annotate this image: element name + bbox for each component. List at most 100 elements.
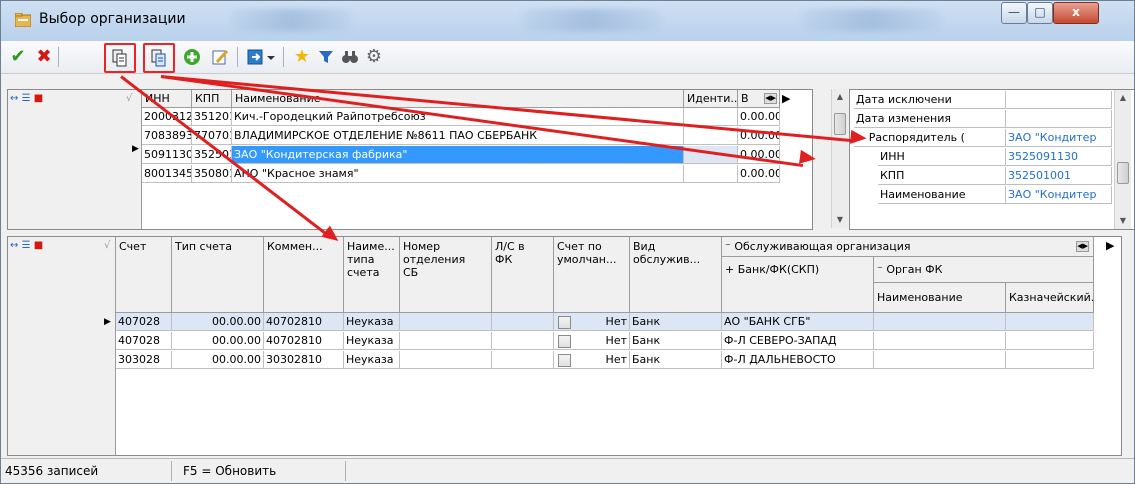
cell-name[interactable]: АНО "Красное знамя" [232,165,684,183]
cell-bank[interactable]: Ф-Л ДАЛЬНЕВОСТО [722,351,874,369]
col-comment[interactable]: Коммен... [264,237,344,313]
col-account-type[interactable]: Тип счета [172,237,264,313]
property-value[interactable]: 3525091130 [1006,148,1112,166]
cell-organ-name[interactable] [874,351,1006,369]
cell-kpp[interactable]: 351201 [192,108,232,126]
cell-account[interactable]: 407028 [116,332,172,350]
properties-panel: Дата исключени Дата изменения − Распорядит… [849,89,1134,230]
accounts-grid: ↔ ☰ ■ √ Счет Тип счета Коммен... Наиме..… [7,236,1122,456]
col-ident[interactable]: Иденти... [684,90,738,108]
cell-v[interactable]: 0.00.00 [738,108,780,126]
folder-icon [15,13,31,27]
checkbox[interactable] [558,335,571,348]
cell-organ-name[interactable] [874,313,1006,331]
cross-icon[interactable]: ✖ [33,46,55,68]
cell-service-type[interactable]: Банк [630,332,722,350]
copy-icon[interactable] [104,43,136,73]
property-value[interactable]: ЗАО "Кондитер [1006,129,1112,147]
cell-comment[interactable]: 40702810 [264,332,344,350]
property-value[interactable] [1006,110,1112,128]
cell-ls-fk[interactable] [492,332,554,350]
cell-name[interactable]: ВЛАДИМИРСКОЕ ОТДЕЛЕНИЕ №8611 ПАО СБЕРБАН… [232,127,684,145]
col-service-type[interactable]: Вид обслужив... [630,237,722,313]
cell-organ-name[interactable] [874,332,1006,350]
cell-account-type[interactable]: 00.00.00 [172,351,264,369]
refresh-hint: F5 = Обновить [183,464,277,478]
cell-comment[interactable]: 40702810 [264,313,344,331]
cell-inn[interactable]: 8001345 [142,165,192,183]
property-value[interactable] [1006,91,1112,109]
cell-inn[interactable]: 5091130 [142,146,192,164]
settings-icon[interactable]: ⚙ [363,46,385,68]
col-v[interactable]: В ◀▶ [738,90,780,108]
cell-sb-branch[interactable] [400,332,492,350]
toolbar: ✔ ✖ ★ ⚙ [1,41,1134,74]
cell-treasury[interactable] [1006,351,1094,369]
cell-account-type[interactable]: 00.00.00 [172,313,264,331]
col-bank[interactable]: + Банк/ФК(СКП) [722,257,874,313]
default-value: Нет [605,315,627,328]
filter-icon[interactable] [315,46,337,68]
close-button[interactable]: x [1053,2,1099,24]
minimize-button[interactable]: — [1001,2,1027,24]
property-value[interactable]: 352501001 [1006,167,1112,185]
col-account[interactable]: Счет [116,237,172,313]
cell-v[interactable]: 0.00.00 [738,165,780,183]
col-group-service-org[interactable]: ⁻ Обслуживающая организация ◀▶ [722,237,1094,257]
col-account-type-name[interactable]: Наиме... типа счета [344,237,400,313]
export-icon[interactable] [245,46,279,68]
property-label: − Распорядитель ( [854,129,1006,147]
cell-account[interactable]: 303028 [116,351,172,369]
col-default-account[interactable]: Счет по умолчан... [554,237,630,313]
col-ls-fk[interactable]: Л/С в ФК [492,237,554,313]
cell-account-type-name[interactable]: Неуказа [344,313,400,331]
favorite-icon[interactable]: ★ [291,46,313,68]
cell-service-type[interactable]: Банк [630,351,722,369]
checkbox[interactable] [558,316,571,329]
col-kpp[interactable]: КПП [192,90,232,108]
cell-default-account[interactable]: Нет [554,332,630,350]
grid-options-icon[interactable]: ↔ ☰ ■ [10,93,43,104]
cell-comment[interactable]: 30302810 [264,351,344,369]
property-label: Наименование [878,186,1006,204]
cell-account-type-name[interactable]: Неуказа [344,332,400,350]
property-label: КПП [878,167,1006,185]
current-row-icon: ▶ [104,317,111,327]
scroll-right-icon[interactable]: ▶ [1106,239,1114,252]
cell-treasury[interactable] [1006,332,1094,350]
properties-scrollbar[interactable]: ▲ ▼ [1114,90,1131,229]
cell-default-account[interactable]: Нет [554,313,630,331]
property-value[interactable]: ЗАО "Кондитер [1006,186,1112,204]
cell-name[interactable]: ЗАО "Кондитерская фабрика" [232,146,684,164]
maximize-button[interactable]: □ [1027,2,1053,24]
cell-sb-branch[interactable] [400,351,492,369]
cell-kpp[interactable]: 350801 [192,165,232,183]
col-organ-name[interactable]: Наименование [874,283,1006,313]
cell-sb-branch[interactable] [400,313,492,331]
copy-row-icon[interactable] [143,43,175,73]
col-group-organ-fk[interactable]: ⁻ Орган ФК [874,257,1094,283]
scroll-right-icon[interactable]: ▶ [782,92,790,105]
edit-icon[interactable] [209,46,231,68]
cell-ls-fk[interactable] [492,313,554,331]
add-icon[interactable] [181,46,203,68]
status-bar: 45356 записей F5 = Обновить [1,458,1134,483]
cell-account[interactable]: 407028 [116,313,172,331]
cell-treasury[interactable] [1006,313,1094,331]
cell-account-type[interactable]: 00.00.00 [172,332,264,350]
cell-inn[interactable]: 7083893 [142,127,192,145]
cell-bank[interactable]: Ф-Л СЕВЕРО-ЗАПАД [722,332,874,350]
col-treasury[interactable]: Казначейский. [1006,283,1094,313]
cell-bank[interactable]: АО "БАНК СГБ" [722,313,874,331]
cell-ls-fk[interactable] [492,351,554,369]
grid-options-icon[interactable]: ↔ ☰ ■ [10,240,43,251]
find-icon[interactable] [339,46,361,68]
col-sb-branch[interactable]: Номер отделения СБ [400,237,492,313]
check-icon[interactable]: ✔ [7,46,29,68]
top-grid-scrollbar[interactable]: ▲ ▼ [831,89,848,228]
cell-service-type[interactable]: Банк [630,313,722,331]
cell-default-account[interactable]: Нет [554,351,630,369]
cell-ident[interactable] [684,165,738,183]
checkbox[interactable] [558,354,571,367]
cell-account-type-name[interactable]: Неуказа [344,351,400,369]
